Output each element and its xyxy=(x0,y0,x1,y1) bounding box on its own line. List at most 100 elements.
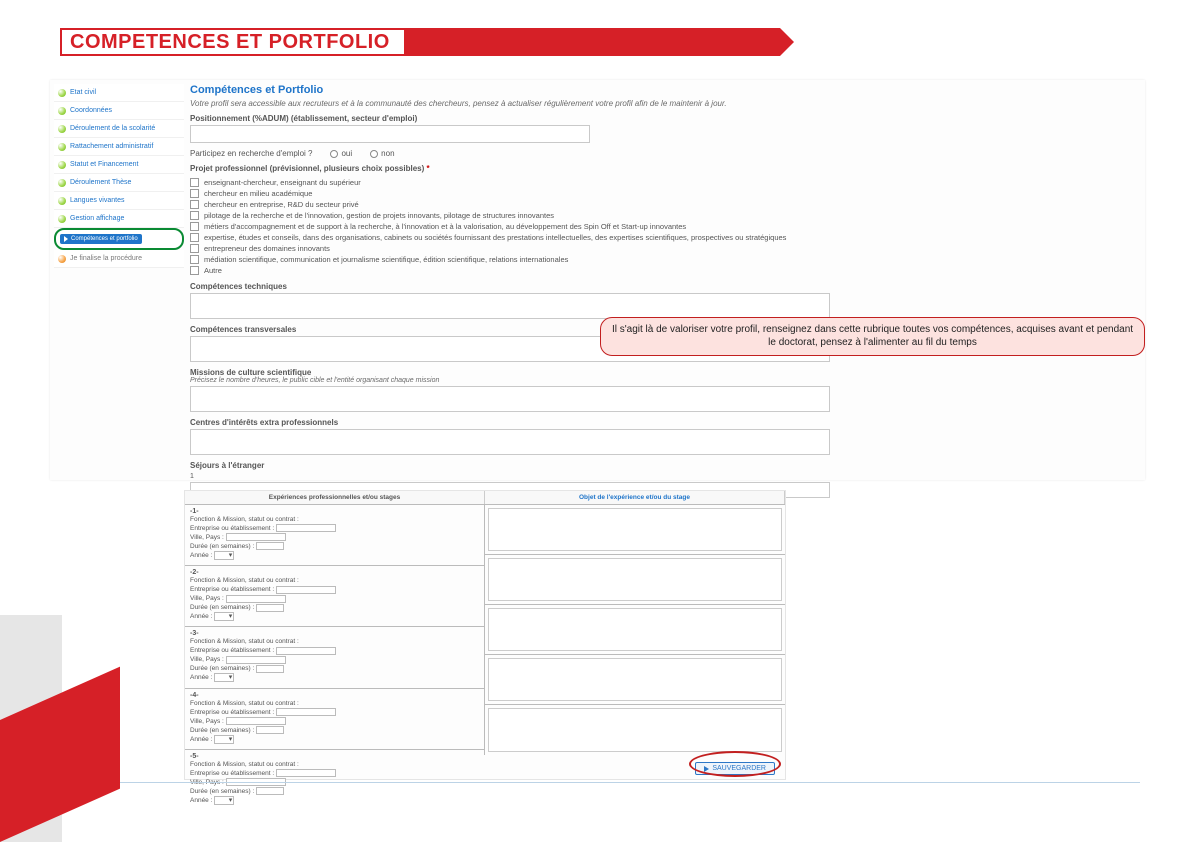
sidebar-item-etat-civil[interactable]: Etat civil xyxy=(54,84,184,102)
radio-non[interactable]: non xyxy=(370,149,394,158)
annee-select[interactable] xyxy=(214,796,234,805)
duree-input[interactable] xyxy=(256,665,284,673)
sidebar-item-label: Coordonnées xyxy=(70,107,112,114)
sidebar-item-langues[interactable]: Langues vivantes xyxy=(54,192,184,210)
duree-input[interactable] xyxy=(256,604,284,612)
projet-option[interactable]: enseignant-chercheur, enseignant du supé… xyxy=(190,177,1141,188)
group-number: -1- xyxy=(190,508,479,515)
ent-input[interactable] xyxy=(276,586,336,594)
missions-input[interactable] xyxy=(190,386,830,412)
projet-option[interactable]: pilotage de la recherche et de l'innovat… xyxy=(190,210,1141,221)
duree-input[interactable] xyxy=(256,726,284,734)
checkbox-icon xyxy=(190,266,199,275)
projet-option[interactable]: chercheur en entreprise, R&D du secteur … xyxy=(190,199,1141,210)
projet-checkbox-group: enseignant-chercheur, enseignant du supé… xyxy=(190,177,1141,276)
ville-input[interactable] xyxy=(226,717,286,725)
checkbox-icon xyxy=(190,211,199,220)
abroad-row-number: 1 xyxy=(190,473,1141,480)
checkbox-icon xyxy=(190,255,199,264)
active-chip: Compétences et portfolio xyxy=(60,234,142,244)
group-title: Fonction & Mission, statut ou contrat : xyxy=(190,576,479,585)
annee-select[interactable] xyxy=(214,612,234,621)
checkbox-icon xyxy=(190,178,199,187)
form-main-panel: Compétences et Portfolio Votre profil se… xyxy=(190,84,1141,498)
title-arrow-tail xyxy=(406,28,780,56)
projet-option[interactable]: Autre xyxy=(190,265,1141,276)
group-title: Fonction & Mission, statut ou contrat : xyxy=(190,760,479,769)
group-title: Fonction & Mission, statut ou contrat : xyxy=(190,515,479,524)
ent-label: Entreprise ou établissement : xyxy=(190,525,274,532)
projet-option[interactable]: chercheur en milieu académique xyxy=(190,188,1141,199)
radio-oui[interactable]: oui xyxy=(330,149,352,158)
experience-desc-input[interactable] xyxy=(488,558,782,601)
duree-input[interactable] xyxy=(256,542,284,550)
projet-option[interactable]: métiers d'accompagnement et de support à… xyxy=(190,221,1141,232)
experience-desc-cell xyxy=(485,655,785,705)
status-dot-icon xyxy=(58,179,66,187)
chevron-right-icon xyxy=(64,236,68,242)
projet-option[interactable]: expertise, études et conseils, dans des … xyxy=(190,232,1141,243)
group-number: -4- xyxy=(190,692,479,699)
experience-desc-cell xyxy=(485,505,785,555)
projet-label: Projet professionnel (prévisionnel, plus… xyxy=(190,164,1141,173)
radio-group-label: Participez en recherche d'emploi ? xyxy=(190,149,312,158)
sidebar-item-coordonnees[interactable]: Coordonnées xyxy=(54,102,184,120)
ville-input[interactable] xyxy=(226,656,286,664)
experience-desc-input[interactable] xyxy=(488,658,782,701)
sidebar-item-these[interactable]: Déroulement Thèse xyxy=(54,174,184,192)
checkbox-icon xyxy=(190,189,199,198)
save-row: SAUVEGARDER xyxy=(695,762,775,775)
duree-input[interactable] xyxy=(256,787,284,795)
form-sidebar: Etat civil Coordonnées Déroulement de la… xyxy=(54,84,184,268)
skills-tech-label: Compétences techniques xyxy=(190,282,1141,291)
sidebar-item-competences[interactable]: Compétences et portfolio xyxy=(54,228,184,250)
sidebar-item-label: Compétences et portfolio xyxy=(71,236,138,242)
ent-input[interactable] xyxy=(276,769,336,777)
sidebar-item-scolarite[interactable]: Déroulement de la scolarité xyxy=(54,120,184,138)
experience-desc-input[interactable] xyxy=(488,608,782,651)
sidebar-item-statut[interactable]: Statut et Financement xyxy=(54,156,184,174)
missions-hint: Précisez le nombre d'heures, le public c… xyxy=(190,377,1141,384)
screenshot-form-top: Etat civil Coordonnées Déroulement de la… xyxy=(50,80,1145,480)
ent-input[interactable] xyxy=(276,708,336,716)
instruction-callout: Il s'agit là de valoriser votre profil, … xyxy=(600,317,1145,356)
slide-title: COMPETENCES ET PORTFOLIO xyxy=(60,28,406,56)
radio-icon xyxy=(370,150,378,158)
sidebar-item-label: Statut et Financement xyxy=(70,161,138,168)
experience-group: -5- Fonction & Mission, statut ou contra… xyxy=(185,750,484,810)
projet-option[interactable]: médiation scientifique, communication et… xyxy=(190,254,1141,265)
save-button[interactable]: SAUVEGARDER xyxy=(695,762,775,775)
ent-input[interactable] xyxy=(276,647,336,655)
form-intro: Votre profil sera accessible aux recrute… xyxy=(190,99,1141,108)
status-dot-icon xyxy=(58,89,66,97)
sidebar-item-label: Langues vivantes xyxy=(70,197,124,204)
annee-select[interactable] xyxy=(214,551,234,560)
status-dot-icon xyxy=(58,215,66,223)
experience-desc-input[interactable] xyxy=(488,508,782,551)
screenshot-experiences-table: Expériences professionnelles et/ou stage… xyxy=(184,490,786,780)
annee-select[interactable] xyxy=(214,673,234,682)
save-button-label: SAUVEGARDER xyxy=(712,765,766,772)
sidebar-item-label: Déroulement Thèse xyxy=(70,179,131,186)
ville-input[interactable] xyxy=(226,533,286,541)
sidebar-item-finalise[interactable]: Je finalise la procédure xyxy=(54,250,184,268)
position-label: Positionnement (%ADUM) (établissement, s… xyxy=(190,114,1141,123)
annee-select[interactable] xyxy=(214,735,234,744)
interests-input[interactable] xyxy=(190,429,830,455)
sidebar-item-affichage[interactable]: Gestion affichage xyxy=(54,210,184,228)
ent-input[interactable] xyxy=(276,524,336,532)
checkbox-icon xyxy=(190,222,199,231)
status-dot-icon xyxy=(58,255,66,263)
table-header-right: Objet de l'expérience et/ou du stage xyxy=(485,491,785,504)
sidebar-item-label: Gestion affichage xyxy=(70,215,124,222)
experience-group: -3- Fonction & Mission, statut ou contra… xyxy=(185,627,484,688)
annee-label: Année : xyxy=(190,552,212,559)
skills-tech-input[interactable] xyxy=(190,293,830,319)
sidebar-item-rattachement[interactable]: Rattachement administratif xyxy=(54,138,184,156)
ville-input[interactable] xyxy=(226,595,286,603)
projet-option[interactable]: entrepreneur des domaines innovants xyxy=(190,243,1141,254)
experience-desc-input[interactable] xyxy=(488,708,782,752)
position-input[interactable] xyxy=(190,125,590,143)
sidebar-item-label: Déroulement de la scolarité xyxy=(70,125,155,132)
checkbox-icon xyxy=(190,244,199,253)
